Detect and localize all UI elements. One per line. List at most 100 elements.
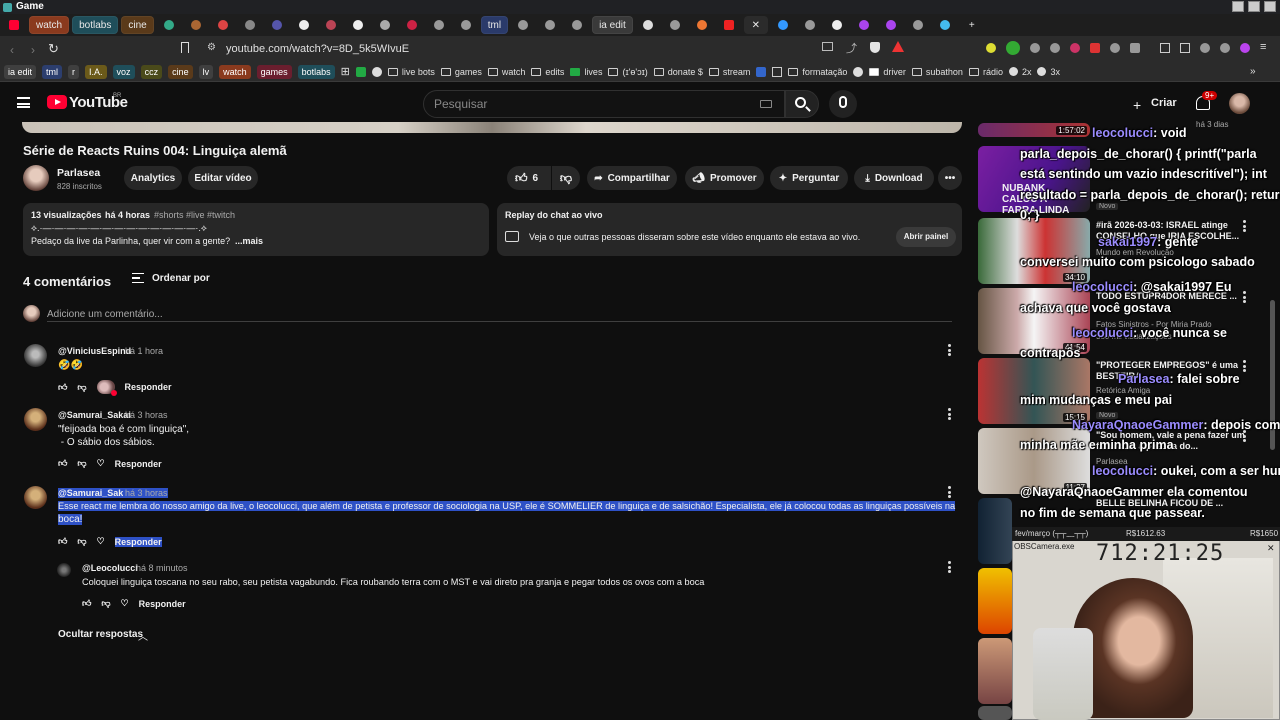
add-comment-input[interactable]: Adicione um comentário... bbox=[47, 306, 952, 322]
sort-button[interactable]: Ordenar por bbox=[152, 273, 210, 284]
tab-favicon[interactable] bbox=[400, 16, 424, 34]
cast-icon[interactable] bbox=[822, 42, 833, 51]
tab-favicon[interactable] bbox=[538, 16, 562, 34]
tab-favicon[interactable] bbox=[825, 16, 849, 34]
tab-group-tml[interactable]: tml bbox=[480, 16, 509, 34]
bookmark-icon[interactable] bbox=[181, 42, 189, 53]
extension-icon[interactable] bbox=[1030, 43, 1040, 53]
user-avatar[interactable] bbox=[1229, 93, 1250, 114]
tab-favicon[interactable] bbox=[211, 16, 235, 34]
reply-author[interactable]: @Leocolucci bbox=[82, 563, 138, 573]
commenter-avatar[interactable] bbox=[24, 344, 47, 367]
thumbs-up-icon[interactable]: 👍︎ bbox=[58, 458, 67, 469]
bookmark-favicon[interactable] bbox=[772, 66, 783, 77]
bookmark-folder[interactable]: lives bbox=[570, 67, 602, 77]
show-more-link[interactable]: ...mais bbox=[235, 236, 263, 246]
bookmark-favicon[interactable] bbox=[355, 66, 366, 77]
bookmark-chip[interactable]: ia edit bbox=[4, 64, 37, 79]
reply-button[interactable]: Responder bbox=[114, 536, 162, 547]
tab-favicon[interactable] bbox=[933, 16, 957, 34]
apps-icon[interactable]: ⊞ bbox=[341, 65, 350, 78]
thumbs-up-icon[interactable]: 👍︎ bbox=[58, 536, 67, 547]
bookmark-folder[interactable]: stream bbox=[708, 67, 750, 77]
vpn-icon[interactable] bbox=[1220, 43, 1230, 53]
rewards-icon[interactable] bbox=[892, 41, 904, 52]
ask-button[interactable]: ✦ Perguntar bbox=[770, 166, 848, 190]
recommended-thumbnail[interactable]: 34:10 bbox=[978, 218, 1090, 284]
bookmark-folder[interactable]: (ɪ'ɵ'ɔɪ) bbox=[608, 67, 648, 77]
bookmark-chip[interactable]: ccz bbox=[140, 64, 163, 79]
tab-favicon[interactable] bbox=[265, 16, 289, 34]
keyboard-icon[interactable] bbox=[760, 100, 772, 108]
edit-video-button[interactable]: Editar vídeo bbox=[188, 166, 258, 190]
hamburger-menu-icon[interactable] bbox=[17, 97, 30, 108]
menu-icon[interactable]: ≡ bbox=[1260, 41, 1266, 53]
bookmark-folder[interactable]: formatação bbox=[788, 67, 847, 77]
bookmark-chip[interactable]: watch bbox=[219, 64, 251, 79]
tab-group-ia-edit[interactable]: ia edit bbox=[592, 16, 633, 34]
recommended-thumbnail[interactable] bbox=[978, 568, 1012, 634]
tab-favicon[interactable] bbox=[565, 16, 589, 34]
tab-favicon[interactable] bbox=[454, 16, 478, 34]
commenter-avatar[interactable] bbox=[24, 408, 47, 431]
thumbs-up-icon[interactable]: 👍︎ bbox=[58, 382, 67, 393]
back-icon[interactable]: ‹ bbox=[10, 43, 14, 57]
tab-favicon[interactable] bbox=[906, 16, 930, 34]
recommended-menu-icon[interactable] bbox=[1242, 291, 1246, 303]
recommended-thumbnail[interactable] bbox=[978, 498, 1012, 564]
comment-menu-icon[interactable] bbox=[947, 408, 951, 420]
heart-icon[interactable]: ♡ bbox=[121, 598, 129, 609]
reply-button[interactable]: Responder bbox=[115, 459, 162, 469]
bookmark-favicon[interactable] bbox=[853, 66, 864, 77]
bookmark-folder[interactable]: driver bbox=[869, 67, 906, 77]
analytics-button[interactable]: Analytics bbox=[124, 166, 182, 190]
tab-favicon[interactable] bbox=[184, 16, 208, 34]
comment-author[interactable]: @Samurai_Sakai bbox=[58, 410, 131, 420]
recommended-thumbnail[interactable]: 15:15 bbox=[978, 358, 1090, 424]
tab-active[interactable]: ✕ bbox=[743, 16, 768, 34]
bookmark-folder[interactable]: games bbox=[440, 67, 482, 77]
reply-time[interactable]: há 8 minutos bbox=[136, 563, 188, 573]
extension-icon[interactable] bbox=[1070, 43, 1080, 53]
minimize-window-button[interactable] bbox=[1232, 1, 1244, 12]
more-actions-button[interactable]: ••• bbox=[938, 166, 962, 190]
comment-time[interactable]: há 1 hora bbox=[125, 346, 163, 356]
tab-favicon[interactable] bbox=[717, 16, 741, 34]
heart-icon[interactable]: ♡ bbox=[97, 536, 105, 547]
bookmark-chip[interactable]: botlabs bbox=[297, 64, 335, 79]
tab-favicon[interactable] bbox=[157, 16, 181, 34]
bookmark-folder[interactable]: rádio bbox=[968, 67, 1003, 77]
video-player-bottom[interactable] bbox=[22, 122, 962, 133]
bookmark-chip[interactable]: voz bbox=[112, 64, 135, 79]
comment-menu-icon[interactable] bbox=[947, 486, 951, 498]
create-button[interactable]: Criar bbox=[1151, 97, 1177, 109]
download-button[interactable]: ⤓ Download bbox=[854, 166, 934, 190]
commenter-avatar[interactable] bbox=[24, 486, 47, 509]
bookmark-chip[interactable]: r bbox=[68, 64, 80, 79]
thumbs-up-icon[interactable]: 👍︎ bbox=[82, 598, 91, 609]
address-field[interactable]: youtube.com/watch?v=8D_5k5WIvuE bbox=[198, 40, 818, 58]
create-plus-icon[interactable]: + bbox=[1133, 97, 1141, 113]
sort-icon[interactable] bbox=[132, 273, 144, 283]
youtube-logo-icon[interactable] bbox=[47, 95, 67, 109]
recommended-thumbnail[interactable] bbox=[978, 638, 1012, 704]
channel-name[interactable]: Parlasea bbox=[57, 167, 100, 179]
bookmark-folder[interactable]: watch bbox=[487, 67, 525, 77]
close-window-button[interactable] bbox=[1264, 1, 1276, 12]
extension-icon[interactable] bbox=[1090, 43, 1100, 53]
thumbs-down-icon[interactable]: 👎︎ bbox=[77, 382, 86, 393]
reply-avatar[interactable] bbox=[57, 563, 71, 577]
recommended-menu-icon[interactable] bbox=[1242, 220, 1246, 232]
recommended-thumbnail[interactable]: 1:57:02 bbox=[978, 123, 1090, 137]
reply-button[interactable]: Responder bbox=[139, 599, 186, 609]
tab-favicon[interactable] bbox=[292, 16, 316, 34]
bookmark-favicon[interactable] bbox=[371, 66, 382, 77]
thumbs-down-icon[interactable]: 👎︎ bbox=[77, 458, 86, 469]
dislike-button[interactable]: 👎︎ bbox=[552, 166, 580, 190]
more-bookmarks-icon[interactable]: » bbox=[1250, 66, 1256, 77]
bookmark-chip[interactable]: I.A. bbox=[85, 64, 107, 79]
share-icon[interactable]: ⤴ bbox=[846, 40, 857, 56]
extension-icon[interactable] bbox=[1110, 43, 1120, 53]
heart-icon[interactable]: ♡ bbox=[97, 458, 105, 469]
wallet-icon[interactable] bbox=[1180, 43, 1190, 53]
